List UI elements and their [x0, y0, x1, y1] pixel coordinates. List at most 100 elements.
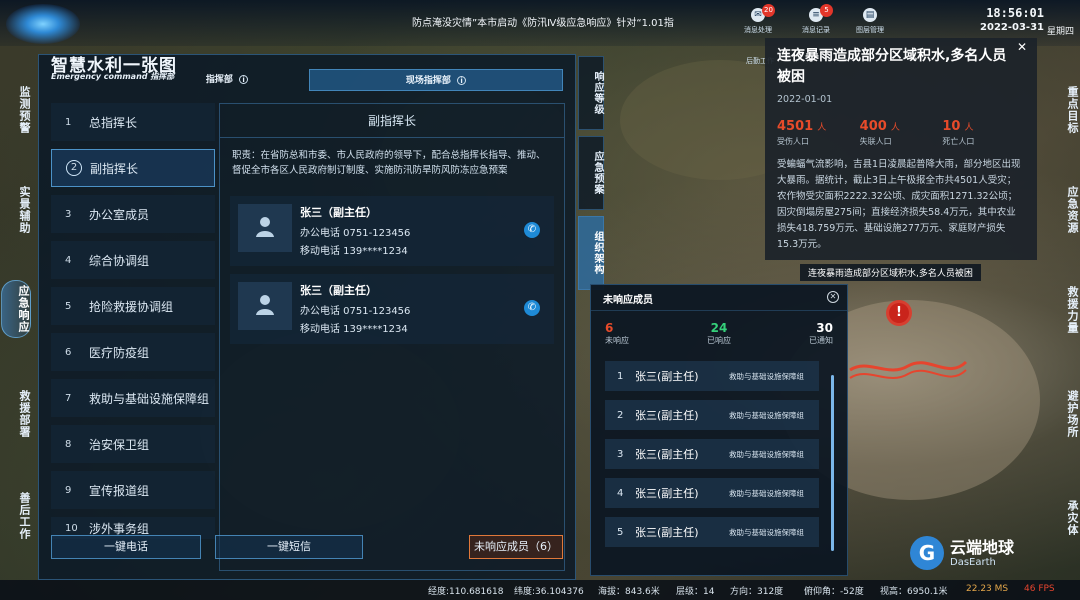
- group-item[interactable]: 7 救助与基础设施保障组: [51, 379, 215, 417]
- rail-item-rescue-forces[interactable]: 救援力量: [1049, 282, 1079, 338]
- group-item[interactable]: 5 抢险救援协调组: [51, 287, 215, 325]
- unresponsive-list: 1 张三(副主任) 救助与基础设施保障组 2 张三(副主任) 救助与基础设施保障组 3张…: [605, 361, 819, 556]
- list-item[interactable]: 2 张三(副主任) 救助与基础设施保障组: [605, 400, 819, 430]
- rail-item-exposed[interactable]: 承灾体: [1049, 496, 1079, 540]
- row-num: 4: [617, 487, 624, 499]
- clock-time: 18:56:01: [986, 6, 1044, 20]
- rail-item-monitoring[interactable]: 监测预警: [1, 82, 31, 138]
- row-group: 救助与基础设施保障组: [729, 527, 804, 537]
- brand-name-cn: 云端地球: [950, 537, 1015, 557]
- group-num: 4: [65, 254, 72, 266]
- event-description: 受蝙蝠气流影响，吉县1日凌晨起普降大雨，部分地区出现大暴雨。据统计，截止3日上午…: [777, 159, 1021, 250]
- row-group: 救助与基础设施保障组: [729, 449, 804, 459]
- stat-label: 受伤人口: [777, 137, 809, 146]
- rail-item-rescue-deploy[interactable]: 救援部署: [1, 386, 31, 442]
- tab-hq[interactable]: 指挥部 i: [149, 69, 305, 91]
- map-event-label[interactable]: 连夜暴雨造成部分区域积水,多名人员被困: [800, 264, 981, 281]
- message-record-button[interactable]: ≡ 5 消息记录: [790, 4, 842, 35]
- status-pitch: 俯仰角：-52度: [804, 587, 864, 597]
- list-item[interactable]: 5 张三(副主任) 救助与基础设施保障组: [605, 517, 819, 547]
- layer-manage-button[interactable]: ▤ 图层管理: [844, 8, 896, 35]
- close-icon[interactable]: ✕: [1017, 40, 1027, 54]
- command-panel: 智慧水利一张图 Emergency command 指挥部 指挥部 i 现场指挥…: [38, 54, 576, 580]
- stat-notified: 30 已通知: [757, 321, 833, 346]
- group-num: 5: [65, 300, 72, 312]
- sms-all-button[interactable]: 一键短信: [215, 535, 363, 559]
- group-label: 综合协调组: [89, 253, 150, 268]
- group-label: 宣传报道组: [89, 483, 150, 498]
- layers-icon: ▤: [863, 8, 877, 22]
- row-name: 张三(副主任): [635, 370, 699, 383]
- status-longitude: 经度:110.681618: [428, 587, 504, 597]
- row-name: 张三(副主任): [635, 526, 699, 539]
- phone-icon[interactable]: ✆: [524, 222, 540, 238]
- tab-emergency-plan[interactable]: 应急预案: [578, 136, 604, 210]
- stat-unit: 人: [817, 123, 827, 133]
- row-num: 5: [617, 526, 624, 538]
- list-item[interactable]: 3 张三(副主任) 救助与基础设施保障组: [605, 439, 819, 469]
- stat-label: 已响应: [707, 336, 731, 345]
- contact-card: 张三（副主任） 办公电话 0751-123456 移动电话 139****123…: [230, 274, 554, 344]
- stat-value: 4501: [777, 119, 814, 134]
- row-num: 3: [617, 448, 624, 460]
- rail-item-key-targets[interactable]: 重点目标: [1049, 82, 1079, 138]
- tab-response-level[interactable]: 响应等级: [578, 56, 604, 130]
- group-item[interactable]: 4 综合协调组: [51, 241, 215, 279]
- stat-dead: 10 人 死亡人口: [942, 119, 1025, 147]
- avatar: [238, 204, 292, 252]
- group-num: 10: [65, 522, 78, 534]
- contact-office-phone: 办公电话 0751-123456: [300, 228, 411, 239]
- message-record-label: 消息记录: [802, 26, 830, 34]
- phone-icon[interactable]: ✆: [524, 300, 540, 316]
- status-latitude: 纬度:36.104376: [514, 587, 584, 597]
- contact-name: 张三（副主任）: [300, 206, 377, 219]
- row-name: 张三(副主任): [635, 409, 699, 422]
- rail-item-aftercare[interactable]: 善后工作: [1, 488, 31, 544]
- tab-hq-label: 指挥部: [205, 75, 233, 85]
- stat-value: 10: [942, 119, 961, 134]
- brand-logo: G 云端地球 DasEarth: [910, 536, 1014, 570]
- tab-org-structure[interactable]: 组织架构: [578, 216, 604, 290]
- row-num: 2: [617, 409, 624, 421]
- group-item-selected[interactable]: 2 副指挥长: [51, 149, 215, 187]
- group-label: 涉外事务组: [89, 521, 150, 536]
- group-item[interactable]: 3 办公室成员: [51, 195, 215, 233]
- message-badge: 20: [762, 4, 775, 17]
- status-view-height: 视高：6950.1米: [880, 587, 948, 597]
- rail-item-resources[interactable]: 应急资源: [1049, 182, 1079, 238]
- rail-item-emergency[interactable]: 应急响应: [1, 280, 31, 338]
- tab-field-hq[interactable]: 现场指挥部 i: [309, 69, 563, 91]
- list-item[interactable]: 4 张三(副主任) 救助与基础设施保障组: [605, 478, 819, 508]
- info-icon: i: [457, 76, 467, 85]
- stat-label: 失联人口: [859, 137, 892, 146]
- group-label: 总指挥长: [89, 115, 138, 130]
- status-heading: 方向：312度: [730, 587, 784, 597]
- duty-text: 职责：在省防总和市委、市人民政府的领导下，配合总指挥长指导、推动、督促全市各区人…: [232, 150, 546, 176]
- group-num: 9: [65, 484, 72, 496]
- unresponsive-popup: 未响应成员 ✕ 6 未响应 24 已响应 30 已通知 1 张三(副主任) 救助与基…: [590, 284, 848, 576]
- right-rail: 重点目标 应急资源 救援力量 避护场所 承灾体: [1048, 60, 1080, 578]
- close-icon[interactable]: ✕: [827, 291, 839, 303]
- rail-item-shelters[interactable]: 避护场所: [1049, 386, 1079, 442]
- status-fps: 46 FPS: [1024, 584, 1055, 594]
- rail-item-reality[interactable]: 实景辅助: [1, 182, 31, 238]
- news-ticker[interactable]: 防点淹没灾情”本市启动《防汛Ⅳ级应急响应》针对“1.01指: [412, 14, 674, 32]
- group-item[interactable]: 8 治安保卫组: [51, 425, 215, 463]
- alert-marker-icon[interactable]: !: [886, 300, 912, 326]
- group-label: 办公室成员: [89, 207, 150, 222]
- group-num: 2: [66, 160, 82, 176]
- group-item[interactable]: 9 宣传报道组: [51, 471, 215, 509]
- stat-unresponded: 6 未响应: [605, 321, 681, 346]
- list-item[interactable]: 1 张三(副主任) 救助与基础设施保障组: [605, 361, 819, 391]
- contact-mobile-phone: 移动电话 139****1234: [300, 246, 408, 257]
- group-item[interactable]: 1 总指挥长: [51, 103, 215, 141]
- unresponsive-members-button[interactable]: 未响应成员（6）: [469, 535, 563, 559]
- group-label: 治安保卫组: [89, 437, 150, 452]
- clock-date: 2022-03-31: [980, 22, 1044, 33]
- contact-mobile-phone: 移动电话 139****1234: [300, 324, 408, 335]
- group-item[interactable]: 6 医疗防疫组: [51, 333, 215, 371]
- message-handle-button[interactable]: ✉ 20 消息处理: [732, 4, 784, 35]
- scrollbar[interactable]: [831, 375, 834, 551]
- call-all-button[interactable]: 一键电话: [51, 535, 201, 559]
- stat-injured: 4501 人 受伤人口: [777, 119, 860, 147]
